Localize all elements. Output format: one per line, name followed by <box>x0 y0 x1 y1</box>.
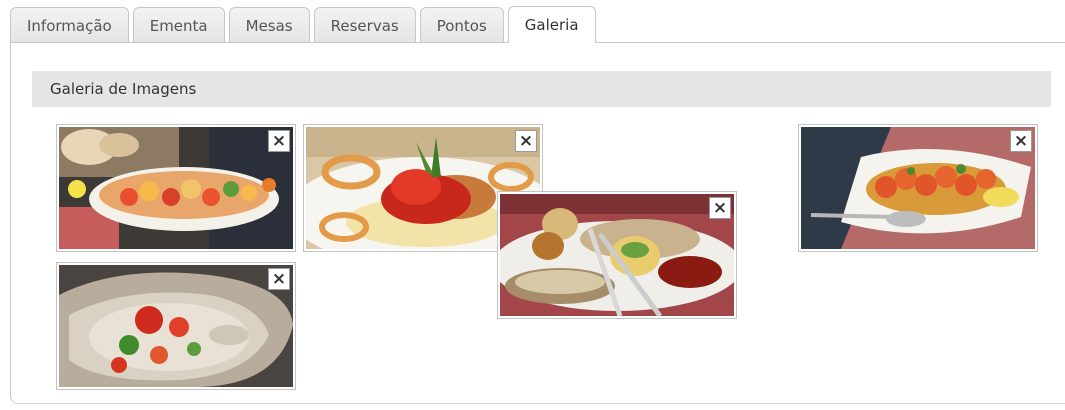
tab-reservas[interactable]: Reservas <box>313 7 416 43</box>
food-photo <box>59 265 293 387</box>
remove-image-button[interactable]: × <box>709 197 731 219</box>
tab-mesas[interactable]: Mesas <box>228 7 310 43</box>
gallery-image-5[interactable]: × <box>798 124 1038 252</box>
food-photo <box>59 127 293 249</box>
remove-image-button[interactable]: × <box>1010 130 1032 152</box>
gallery-image-4[interactable]: × <box>497 191 737 319</box>
tab-pontos[interactable]: Pontos <box>419 7 504 43</box>
remove-image-button[interactable]: × <box>268 130 290 152</box>
tab-bar: Informação Ementa Mesas Reservas Pontos … <box>10 6 600 43</box>
gallery-title: Galeria de Imagens <box>50 80 197 98</box>
gallery-header: Galeria de Imagens <box>32 71 1051 107</box>
remove-image-button[interactable]: × <box>268 268 290 290</box>
tab-ementa[interactable]: Ementa <box>132 7 225 43</box>
tab-galeria[interactable]: Galeria <box>507 6 596 43</box>
food-photo <box>801 127 1035 249</box>
gallery-image-3[interactable]: × <box>56 262 296 390</box>
remove-image-button[interactable]: × <box>515 130 537 152</box>
food-photo <box>500 194 734 316</box>
tab-informacao[interactable]: Informação <box>10 7 129 43</box>
gallery-image-1[interactable]: × <box>56 124 296 252</box>
